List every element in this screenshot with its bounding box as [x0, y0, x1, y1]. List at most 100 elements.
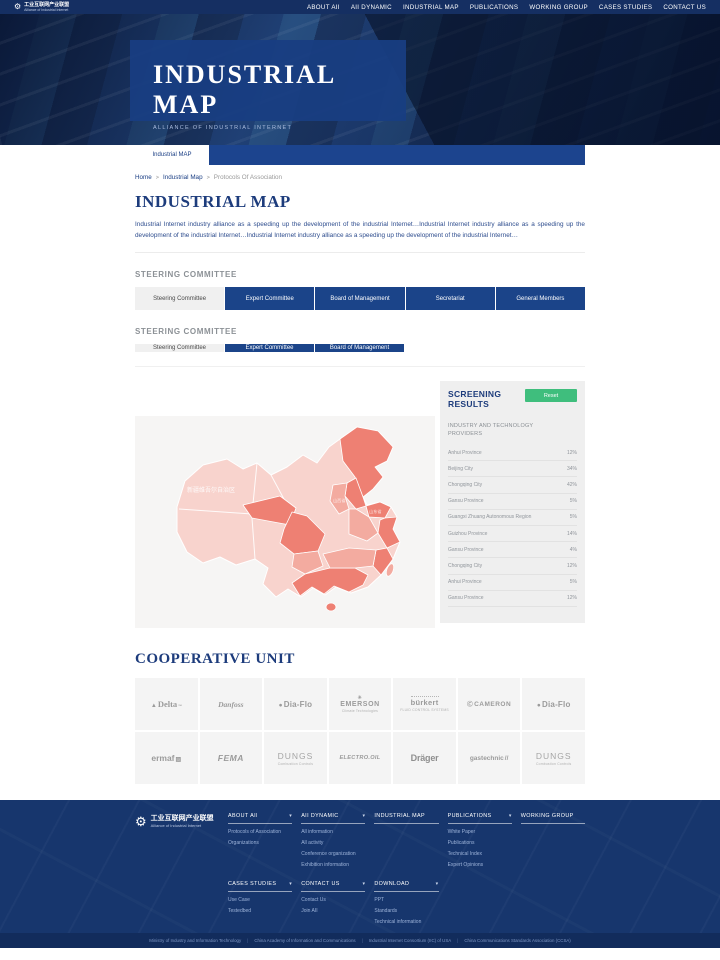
legal-link-iic[interactable]: Industrial Internet Consortium (IIC) of … [369, 938, 451, 943]
screening-subtitle: INDUSTRY AND TECHNOLOGY PROVIDERS [448, 422, 543, 443]
breadcrumb-industrial-map[interactable]: Industrial Map [163, 174, 203, 181]
footer-link-publications[interactable]: Publications [448, 840, 512, 846]
screening-row[interactable]: Guangxi Zhuang Autonomous Region 5% [448, 510, 577, 526]
screening-row[interactable]: Gansu Province 12% [448, 591, 577, 607]
legal-link-miit[interactable]: Ministry of Industry and Information Tec… [149, 938, 241, 943]
footer-head-working-group[interactable]: WORKING GROUP [521, 813, 585, 824]
footer-link-testedbed[interactable]: Testedbed [228, 908, 292, 914]
nav-item-about-aii[interactable]: ABOUT AII [307, 4, 340, 11]
footer-link-technical-information[interactable]: Technical information [374, 919, 438, 925]
tab-industrial-map[interactable]: Industrial MAP [135, 145, 209, 165]
province-value: 5% [570, 498, 577, 504]
legal-link-ccsa[interactable]: China Communications Standards Associati… [464, 938, 570, 943]
screening-row[interactable]: Chongqing City 42% [448, 477, 577, 493]
nav-item-aii-dynamic[interactable]: AII DYNAMIC [351, 4, 392, 11]
partner-logo-dungs-2[interactable]: DUNGS Combustion Controls [522, 732, 585, 784]
nav-item-working-group[interactable]: WORKING GROUP [529, 4, 588, 11]
chevron-down-icon: ▾ [362, 813, 365, 819]
header-logo[interactable]: ⚙ 工业互联网产业联盟 Alliance of Industrial Inter… [14, 3, 69, 12]
province-name: Gansu Province [448, 595, 484, 601]
partner-logo-burkert[interactable]: bürkert FLUID CONTROL SYSTEMS [393, 678, 456, 730]
partner-logo-danfoss[interactable]: Danfoss [200, 678, 263, 730]
footer-col-about-aii: ABOUT AII▾ Protocols of Association Orga… [228, 813, 292, 868]
footer-link-use-case[interactable]: Use Case [228, 897, 292, 903]
province-name: Chongqing City [448, 482, 482, 488]
partner-logo-dungs[interactable]: DUNGS Combustion Controls [264, 732, 327, 784]
footer-link-contact-us[interactable]: Contact Us [301, 897, 365, 903]
footer-head-publications[interactable]: PUBLICATIONS▾ [448, 813, 512, 824]
footer-link-technical-index[interactable]: Technical Index [448, 851, 512, 857]
partner-logo-electro-oil[interactable]: ELECTRO.OIL [329, 732, 392, 784]
partner-logo-drager[interactable]: Dräger [393, 732, 456, 784]
footer-head-aii-dynamic[interactable]: AII DYNAMIC▾ [301, 813, 365, 824]
legal-link-caict[interactable]: China Academy of Information and Communi… [254, 938, 355, 943]
footer-link-exhibition-information[interactable]: Exhibition information [301, 862, 365, 868]
footer-head-industrial-map[interactable]: INDUSTRIAL MAP [374, 813, 438, 824]
footer-col-working-group: WORKING GROUP [521, 813, 585, 868]
footer-head-download[interactable]: DOWNLOAD▾ [374, 881, 438, 892]
screening-row[interactable]: Beijing City 34% [448, 461, 577, 477]
logo-text: ELECTRO.OIL [340, 755, 381, 761]
partner-logo-gastechnic[interactable]: gastechnic// [458, 732, 521, 784]
cameron-c-icon: Ⓒ [467, 700, 473, 708]
committee1-tab-general-members[interactable]: General Members [496, 287, 585, 310]
screening-row[interactable]: Anhui Province 12% [448, 445, 577, 461]
nav-item-cases-studies[interactable]: CASES STUDIES [599, 4, 652, 11]
cooperative-unit-title: COOPERATIVE UNIT [135, 651, 585, 668]
footer-link-white-paper[interactable]: White Paper [448, 829, 512, 835]
logo-text: Delta [158, 699, 177, 709]
nav-item-publications[interactable]: PUBLICATIONS [470, 4, 519, 11]
footer-link-all-information[interactable]: All information [301, 829, 365, 835]
footer-link-expert-opinions[interactable]: Expert Opinions [448, 862, 512, 868]
footer-head-about-aii[interactable]: ABOUT AII▾ [228, 813, 292, 824]
footer-logo[interactable]: ⚙ 工业互联网产业联盟 Alliance of Industrial Inter… [135, 813, 228, 925]
breadcrumb-home[interactable]: Home [135, 174, 152, 181]
nav-item-industrial-map[interactable]: INDUSTRIAL MAP [403, 4, 459, 11]
map-label-shanxi: 山西省 [333, 497, 346, 504]
screening-row[interactable]: Gansu Province 5% [448, 494, 577, 510]
province-value: 14% [567, 531, 577, 537]
footer-link-conference-organization[interactable]: Conference organization [301, 851, 365, 857]
partner-logo-ermaf[interactable]: ermaf▨ [135, 732, 198, 784]
province-name: Guangxi Zhuang Autonomous Region [448, 514, 531, 520]
dot-icon: ● [279, 702, 283, 709]
screening-row[interactable]: Anhui Province 5% [448, 575, 577, 591]
committee1-tab-steering-committee[interactable]: Steering Committee [135, 287, 224, 310]
committee1-tab-board-of-management[interactable]: Board of Management [315, 287, 404, 310]
committee1-tab-expert-committee[interactable]: Expert Committee [225, 287, 314, 310]
footer-head-contact-us[interactable]: CONTACT US▾ [301, 881, 365, 892]
footer-link-organizations[interactable]: Organizations [228, 840, 292, 846]
partner-logo-dia-flo[interactable]: ●Dia-Flo [264, 678, 327, 730]
footer-link-ppt[interactable]: PPT [374, 897, 438, 903]
map-region-hainan[interactable] [326, 603, 336, 611]
committee2-tab-board-of-management[interactable]: Board of Management [315, 344, 404, 352]
page-title: INDUSTRIAL MAP [135, 192, 585, 212]
committee2-tab-expert-committee[interactable]: Expert Committee [225, 344, 314, 352]
partner-logo-cameron[interactable]: ⒸCAMERON [458, 678, 521, 730]
logo-text: Dräger [411, 753, 439, 763]
committee2-tab-steering-committee[interactable]: Steering Committee [135, 344, 224, 352]
footer-col-aii-dynamic: AII DYNAMIC▾ All information All activit… [301, 813, 365, 868]
committee1-tab-secretariat[interactable]: Secretariat [406, 287, 495, 310]
footer-link-protocols[interactable]: Protocols of Association [228, 829, 292, 835]
footer-link-standards[interactable]: Standards [374, 908, 438, 914]
partner-logo-delta[interactable]: ▲Delta™ [135, 678, 198, 730]
footer-link-join-aii[interactable]: Join AII [301, 908, 365, 914]
screening-row[interactable]: Guizhou Province 14% [448, 526, 577, 542]
footer-link-all-activity[interactable]: All activity [301, 840, 365, 846]
footer-head-cases-studies[interactable]: CASES STUDIES▾ [228, 881, 292, 892]
partner-logo-fema[interactable]: FEMA [200, 732, 263, 784]
footer: ⚙ 工业互联网产业联盟 Alliance of Industrial Inter… [0, 800, 720, 933]
logo-text: ermaf [151, 753, 174, 763]
logo-subtext: Combustion Controls [278, 762, 313, 766]
map-section: 新疆维吾尔自治区 山西省 山东省 SCREENING RESULTS Reset… [135, 381, 585, 628]
partner-logo-dia-flo-2[interactable]: ●Dia-Flo [522, 678, 585, 730]
province-value: 34% [567, 466, 577, 472]
main-nav: ABOUT AII AII DYNAMIC INDUSTRIAL MAP PUB… [307, 4, 706, 11]
partner-logo-emerson[interactable]: ✳EMERSON Climate Technologies [329, 678, 392, 730]
province-value: 42% [567, 482, 577, 488]
screening-row[interactable]: Chongqing City 12% [448, 558, 577, 574]
reset-button[interactable]: Reset [525, 389, 577, 402]
screening-row[interactable]: Gansu Province 4% [448, 542, 577, 558]
nav-item-contact-us[interactable]: CONTACT US [663, 4, 706, 11]
